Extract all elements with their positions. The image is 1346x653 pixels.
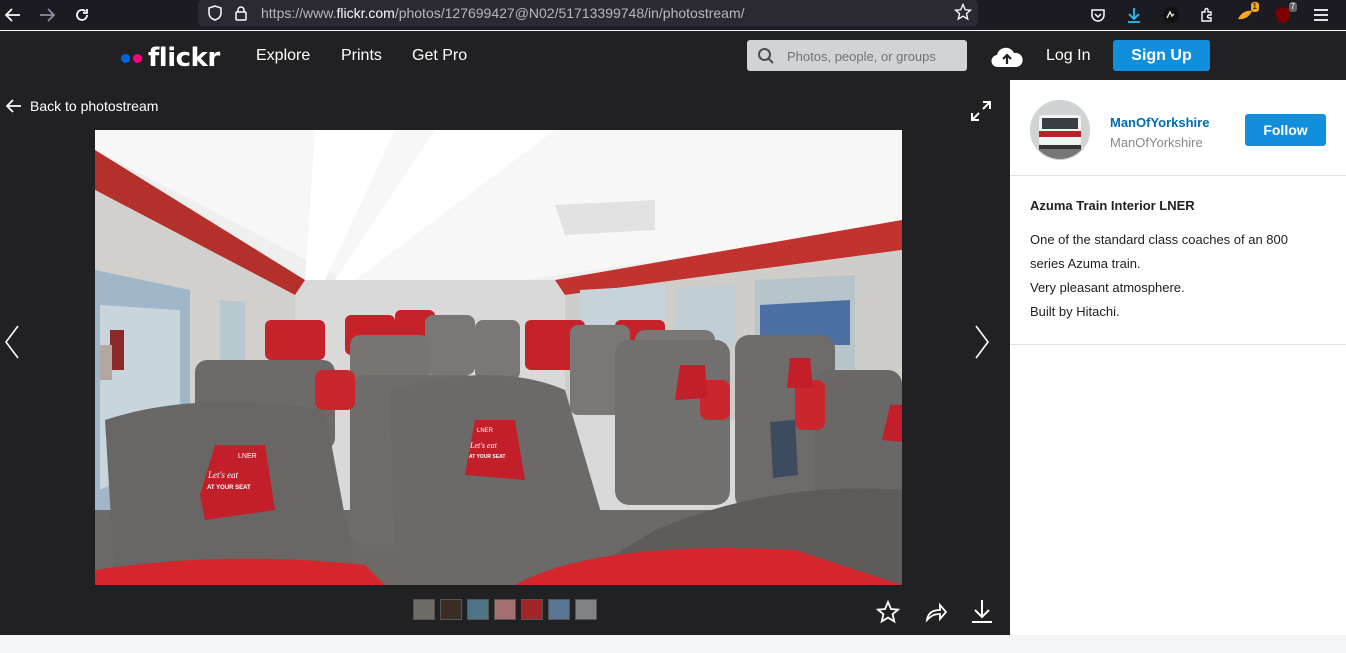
seat-slogan-line2: AT YOUR SEAT (207, 485, 251, 491)
logo-wordmark: flickr (148, 43, 220, 73)
site-header: flickr Explore Prints Get Pro Log In Sig… (0, 31, 1346, 80)
download-icon[interactable] (970, 598, 994, 629)
photostream-thumbnails (413, 599, 597, 620)
share-arrow-icon[interactable] (924, 600, 948, 629)
seat-slogan-2: Let's eat (469, 441, 498, 450)
next-photo-chevron-icon[interactable] (974, 324, 990, 365)
search-box[interactable] (747, 40, 967, 71)
reload-icon[interactable] (71, 4, 93, 26)
signup-button[interactable]: Sign Up (1113, 40, 1210, 71)
logo-blue-dot (121, 53, 130, 63)
back-to-photostream-link[interactable]: Back to photostream (6, 98, 158, 114)
flickr-logo[interactable]: flickr (121, 43, 220, 73)
browser-toolbar: https://www.flickr.com/photos/127699427@… (0, 0, 1346, 30)
seat-brand-label-2: LNER (477, 428, 494, 434)
thumbnail[interactable] (467, 599, 489, 620)
bookmark-star-icon[interactable] (953, 2, 973, 26)
login-link[interactable]: Log In (1046, 47, 1090, 65)
thumbnail[interactable] (494, 599, 516, 620)
back-label: Back to photostream (30, 98, 159, 114)
favorite-star-icon[interactable] (875, 599, 901, 629)
menu-hamburger-icon[interactable] (1310, 4, 1332, 26)
owner-panel: ManOfYorkshire ManOfYorkshire Follow (1010, 80, 1346, 176)
train-interior-image: LNER Let's eat AT YOUR SEAT LNER Let's e… (95, 130, 902, 585)
owner-display-name[interactable]: ManOfYorkshire (1110, 115, 1209, 130)
thumbnail[interactable] (548, 599, 570, 620)
search-icon (757, 47, 775, 70)
forward-arrow-icon[interactable] (36, 4, 58, 26)
nav-prints[interactable]: Prints (341, 47, 382, 65)
extension-reader-icon[interactable]: 1 (1234, 2, 1259, 26)
thumbnail[interactable] (413, 599, 435, 620)
nav-explore[interactable]: Explore (256, 47, 310, 65)
seat-brand-label: LNER (238, 453, 257, 460)
bus-avatar-image (1031, 101, 1089, 159)
description-line: Very pleasant atmosphere. (1030, 280, 1185, 295)
back-arrow-icon (6, 99, 21, 113)
description-line: series Azuma train. (1030, 256, 1141, 271)
url-text[interactable]: https://www.flickr.com/photos/127699427@… (261, 5, 745, 21)
upload-cloud-icon[interactable] (990, 45, 1024, 74)
ublock-shield-icon[interactable]: 7 (1272, 2, 1297, 26)
avatar[interactable] (1030, 100, 1090, 160)
back-arrow-icon[interactable] (2, 4, 24, 26)
thumbnail[interactable] (575, 599, 597, 620)
search-input[interactable] (785, 45, 964, 67)
thumbnail[interactable] (521, 599, 543, 620)
photo-title: Azuma Train Interior LNER (1030, 198, 1195, 213)
seat-slogan-line2-2: AT YOUR SEAT (469, 454, 505, 460)
fullscreen-expand-icon[interactable] (970, 100, 992, 127)
nav-get-pro[interactable]: Get Pro (412, 47, 467, 65)
lock-icon[interactable] (234, 5, 248, 26)
page-bottom-strip (0, 635, 1346, 653)
photo-viewer: Back to photostream LNER Let's eat AT YO… (0, 80, 1010, 635)
photo-description: One of the standard class coaches of an … (1030, 228, 1330, 324)
thumbnail[interactable] (440, 599, 462, 620)
previous-photo-chevron-icon[interactable] (4, 324, 20, 365)
logo-pink-dot (133, 53, 142, 63)
downloads-icon[interactable] (1123, 4, 1145, 26)
owner-username: ManOfYorkshire (1110, 135, 1203, 150)
photo-description-panel: Azuma Train Interior LNER One of the sta… (1010, 176, 1346, 345)
tracking-shield-icon[interactable] (208, 5, 222, 26)
extensions-puzzle-icon[interactable] (1196, 4, 1218, 26)
photo-info-sidebar: ManOfYorkshire ManOfYorkshire Follow Azu… (1010, 80, 1346, 635)
follow-button[interactable]: Follow (1245, 114, 1326, 146)
description-line: Built by Hitachi. (1030, 304, 1120, 319)
extension-avatar-icon[interactable] (1160, 4, 1182, 26)
pocket-icon[interactable] (1087, 4, 1109, 26)
description-line: One of the standard class coaches of an … (1030, 232, 1289, 247)
address-bar[interactable]: https://www.flickr.com/photos/127699427@… (198, 0, 978, 26)
main-photo[interactable]: LNER Let's eat AT YOUR SEAT LNER Let's e… (95, 130, 902, 585)
seat-slogan: Let's eat (207, 470, 239, 480)
